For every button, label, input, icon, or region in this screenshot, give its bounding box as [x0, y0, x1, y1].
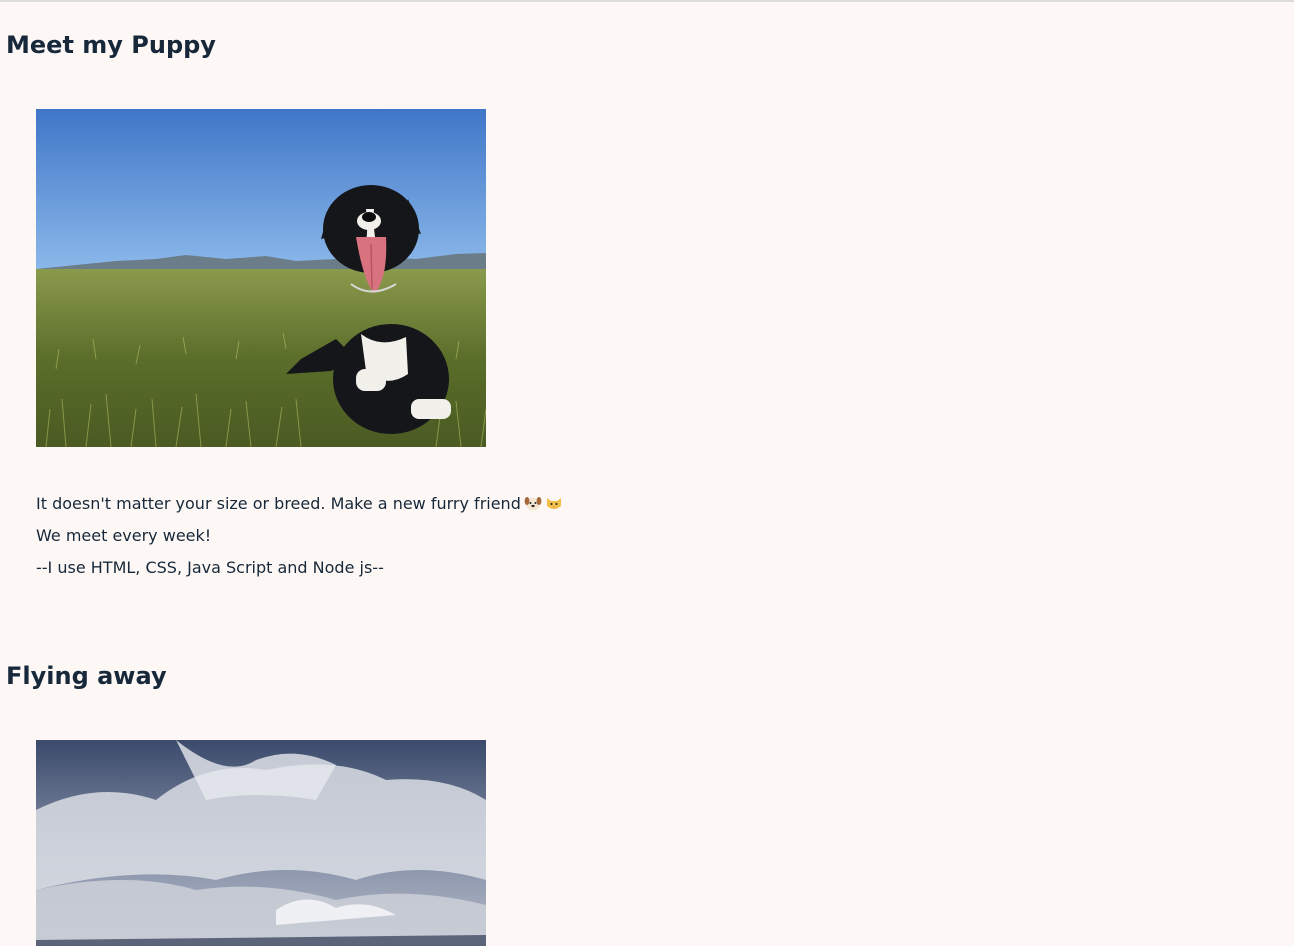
top-border	[0, 0, 1294, 2]
section-heading-flying: Flying away	[6, 662, 167, 690]
paragraph-meet-weekly: We meet every week!	[36, 526, 212, 545]
cat-face-icon	[545, 494, 563, 512]
sky-photo	[36, 740, 486, 946]
paragraph-tech-stack: --I use HTML, CSS, Java Script and Node …	[36, 558, 384, 577]
paragraph-friend-text: It doesn't matter your size or breed. Ma…	[36, 494, 521, 513]
dog-photo	[36, 109, 486, 447]
section-heading-puppy: Meet my Puppy	[6, 31, 216, 59]
paragraph-friend: It doesn't matter your size or breed. Ma…	[36, 494, 563, 514]
dog-face-icon	[524, 494, 542, 512]
